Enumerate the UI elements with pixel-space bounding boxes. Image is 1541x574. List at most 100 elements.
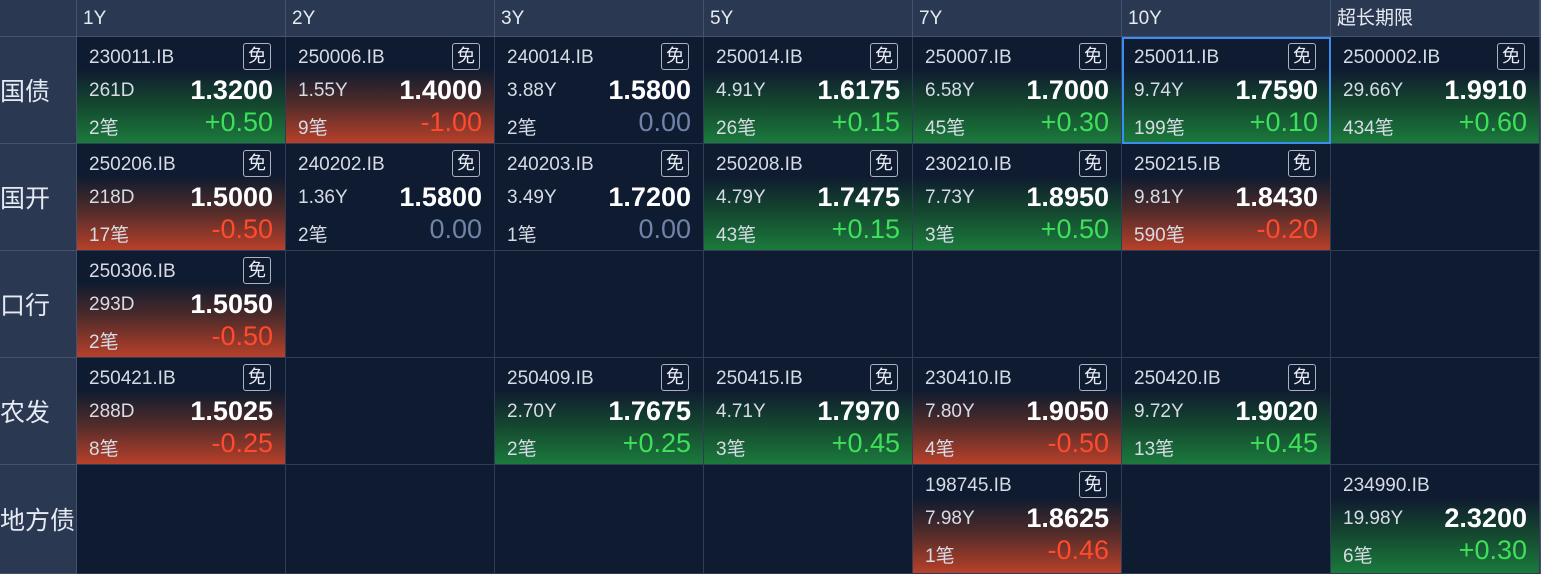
remaining-term: 4.91Y <box>716 80 766 101</box>
quote-cell[interactable]: 230210.IB 免 7.73Y 1.8950 3笔 +0.50 <box>913 144 1122 251</box>
column-header-0[interactable]: 1Y <box>77 0 286 37</box>
column-header-5[interactable]: 10Y <box>1122 0 1331 37</box>
empty-cell <box>1122 251 1331 358</box>
bond-code: 250306.IB <box>89 261 176 282</box>
column-header-1[interactable]: 2Y <box>286 0 495 37</box>
yield-change: -0.50 <box>211 321 273 351</box>
row-label: 国债 <box>0 37 77 144</box>
bond-quote-grid: 1Y 2Y 3Y 5Y 7Y 10Y 超长期限 国债 230011.IB 免 261D 1.3200 2… <box>0 0 1541 574</box>
remaining-term: 1.55Y <box>298 80 348 101</box>
tax-exempt-badge: 免 <box>1079 364 1107 391</box>
column-header-4[interactable]: 7Y <box>913 0 1122 37</box>
remaining-term: 7.80Y <box>925 401 975 422</box>
tax-exempt-badge: 免 <box>1079 471 1107 498</box>
quote-cell[interactable]: 250007.IB 免 6.58Y 1.7000 45笔 +0.30 <box>913 37 1122 144</box>
yield-value: 1.8950 <box>1026 182 1109 212</box>
quote-cell[interactable]: 198745.IB 免 7.98Y 1.8625 1笔 -0.46 <box>913 465 1122 574</box>
tax-exempt-badge: 免 <box>661 43 689 70</box>
trade-count: 3笔 <box>925 225 955 246</box>
bond-code: 250421.IB <box>89 368 176 389</box>
tax-exempt-badge: 免 <box>243 257 271 284</box>
quote-cell[interactable]: 250011.IB 免 9.74Y 1.7590 199笔 +0.10 <box>1122 37 1331 144</box>
bond-code: 240203.IB <box>507 154 594 175</box>
quote-cell[interactable]: 250421.IB 免 288D 1.5025 8笔 -0.25 <box>77 358 286 465</box>
trade-count: 45笔 <box>925 118 966 139</box>
tax-exempt-badge: 免 <box>661 150 689 177</box>
yield-change: -0.50 <box>211 214 273 244</box>
quote-cell[interactable]: 2500002.IB 免 29.66Y 1.9910 434笔 +0.60 <box>1331 37 1540 144</box>
quote-cell[interactable]: 240014.IB 免 3.88Y 1.5800 2笔 0.00 <box>495 37 704 144</box>
remaining-term: 261D <box>89 80 135 101</box>
trade-count: 434笔 <box>1343 118 1394 139</box>
column-header-3[interactable]: 5Y <box>704 0 913 37</box>
tax-exempt-badge: 免 <box>243 364 271 391</box>
remaining-term: 4.71Y <box>716 401 766 422</box>
row-label-text: 农发 <box>0 399 51 427</box>
yield-value: 1.8430 <box>1235 182 1318 212</box>
tax-exempt-badge: 免 <box>243 150 271 177</box>
quote-cell[interactable]: 240203.IB 免 3.49Y 1.7200 1笔 0.00 <box>495 144 704 251</box>
yield-change: +0.30 <box>1040 107 1109 137</box>
trade-count: 2笔 <box>89 332 119 353</box>
row-label-text: 口行 <box>0 292 51 320</box>
yield-value: 1.7475 <box>817 182 900 212</box>
tax-exempt-badge: 免 <box>452 150 480 177</box>
bond-code: 250206.IB <box>89 154 176 175</box>
remaining-term: 7.98Y <box>925 508 975 529</box>
quote-cell[interactable]: 250014.IB 免 4.91Y 1.6175 26笔 +0.15 <box>704 37 913 144</box>
row-label: 口行 <box>0 251 77 358</box>
yield-value: 1.5800 <box>608 75 691 105</box>
column-header-2[interactable]: 3Y <box>495 0 704 37</box>
remaining-term: 7.73Y <box>925 187 975 208</box>
tax-exempt-badge: 免 <box>452 43 480 70</box>
trade-count: 6笔 <box>1343 546 1373 567</box>
yield-change: +0.45 <box>1249 428 1318 458</box>
column-header-6[interactable]: 超长期限 <box>1331 0 1540 37</box>
bond-code: 250007.IB <box>925 47 1012 68</box>
yield-value: 1.7970 <box>817 396 900 426</box>
tax-exempt-badge: 免 <box>243 43 271 70</box>
quote-cell[interactable]: 250415.IB 免 4.71Y 1.7970 3笔 +0.45 <box>704 358 913 465</box>
yield-change: +0.60 <box>1458 107 1527 137</box>
bond-code: 230011.IB <box>89 47 175 68</box>
row-label-text: 地方债 <box>0 507 76 535</box>
corner-header <box>0 0 77 37</box>
empty-cell <box>1331 358 1540 465</box>
bond-code: 250014.IB <box>716 47 803 68</box>
yield-change: +0.25 <box>622 428 691 458</box>
quote-cell[interactable]: 250409.IB 免 2.70Y 1.7675 2笔 +0.25 <box>495 358 704 465</box>
quote-cell[interactable]: 250208.IB 免 4.79Y 1.7475 43笔 +0.15 <box>704 144 913 251</box>
quote-cell[interactable]: 240202.IB 免 1.36Y 1.5800 2笔 0.00 <box>286 144 495 251</box>
trade-count: 1笔 <box>507 225 537 246</box>
yield-value: 1.5000 <box>190 182 273 212</box>
yield-change: -1.00 <box>420 107 482 137</box>
row-label: 国开 <box>0 144 77 251</box>
yield-value: 1.5025 <box>190 396 273 426</box>
row-label: 地方债 <box>0 465 77 574</box>
remaining-term: 293D <box>89 294 135 315</box>
remaining-term: 4.79Y <box>716 187 766 208</box>
yield-change: +0.15 <box>831 214 900 244</box>
yield-value: 1.7675 <box>608 396 691 426</box>
empty-cell <box>913 251 1122 358</box>
tax-exempt-badge: 免 <box>1497 43 1525 70</box>
bond-code: 250215.IB <box>1134 154 1221 175</box>
quote-cell[interactable]: 250006.IB 免 1.55Y 1.4000 9笔 -1.00 <box>286 37 495 144</box>
quote-cell[interactable]: 230011.IB 免 261D 1.3200 2笔 +0.50 <box>77 37 286 144</box>
tax-exempt-badge: 免 <box>870 43 898 70</box>
quote-cell[interactable]: 234990.IB 19.98Y 2.3200 6笔 +0.30 <box>1331 465 1540 574</box>
quote-cell[interactable]: 250206.IB 免 218D 1.5000 17笔 -0.50 <box>77 144 286 251</box>
remaining-term: 3.49Y <box>507 187 557 208</box>
trade-count: 13笔 <box>1134 439 1175 460</box>
quote-cell[interactable]: 230410.IB 免 7.80Y 1.9050 4笔 -0.50 <box>913 358 1122 465</box>
bond-code: 198745.IB <box>925 475 1012 496</box>
quote-cell[interactable]: 250420.IB 免 9.72Y 1.9020 13笔 +0.45 <box>1122 358 1331 465</box>
yield-value: 1.9020 <box>1235 396 1318 426</box>
yield-change: 0.00 <box>429 214 482 244</box>
yield-value: 2.3200 <box>1444 503 1527 533</box>
bond-code: 250006.IB <box>298 47 385 68</box>
remaining-term: 218D <box>89 187 135 208</box>
quote-cell[interactable]: 250306.IB 免 293D 1.5050 2笔 -0.50 <box>77 251 286 358</box>
tax-exempt-badge: 免 <box>870 364 898 391</box>
quote-cell[interactable]: 250215.IB 免 9.81Y 1.8430 590笔 -0.20 <box>1122 144 1331 251</box>
